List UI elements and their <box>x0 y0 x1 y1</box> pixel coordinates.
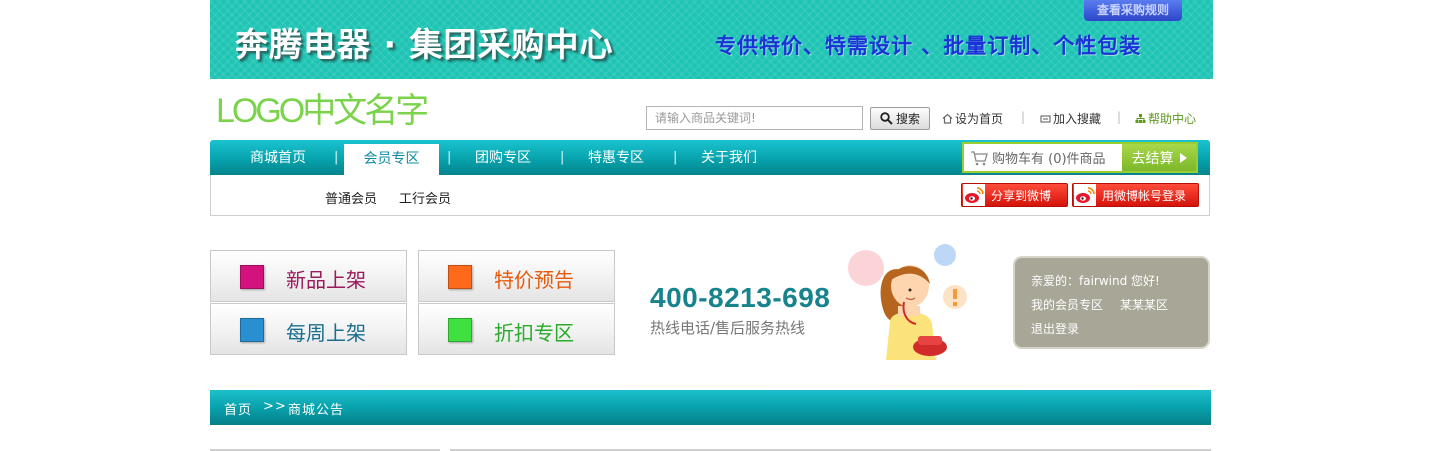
nav-item-about-us[interactable]: 关于我们 <box>701 140 757 175</box>
tile-color-square <box>448 318 472 342</box>
logout-link[interactable]: 退出登录 <box>1031 320 1079 337</box>
arrow-right-icon <box>1179 152 1187 163</box>
help-center-label: 帮助中心 <box>1148 112 1197 126</box>
top-banner: 奔腾电器 · 集团采购中心 专供特价、特需设计 、批量订制、个性包装 查看采购规… <box>210 0 1213 79</box>
checkout-label: 去结算 <box>1131 150 1174 167</box>
toplink-separator: | <box>1117 110 1122 124</box>
search-button[interactable]: 搜索 <box>870 107 930 130</box>
tile-color-square <box>240 265 264 289</box>
breadcrumb-home-link[interactable]: 首页 <box>224 399 252 418</box>
shopping-cart[interactable]: 购物车有 (0)件商品 去结算 <box>962 142 1198 173</box>
add-favorite-link[interactable]: 加入搜藏 <box>1040 110 1101 127</box>
tile-discount-zone[interactable]: 折扣专区 <box>418 303 615 355</box>
sub-nav-bar: 普通会员 工行会员 分享到微博 用微博帐号登录 <box>210 175 1210 216</box>
purchase-rules-button[interactable]: 查看采购规则 <box>1084 0 1182 21</box>
breadcrumb: 首页 >> 商城公告 <box>210 390 1211 425</box>
sitemap-icon <box>1135 114 1146 123</box>
tile-label: 特价预告 <box>494 268 574 292</box>
cart-icon <box>971 150 988 165</box>
nav-separator: | <box>560 150 565 165</box>
member-info-box: 亲爱的：fairwind 您好! 我的会员专区 某某某区 退出登录 <box>1013 256 1210 349</box>
nav-item-group-buy[interactable]: 团购专区 <box>475 140 531 175</box>
hotline-caption: 热线电话/售后服务热线 <box>650 319 806 337</box>
tile-color-square <box>240 318 264 342</box>
search-button-label: 搜索 <box>895 112 920 126</box>
share-to-weibo-label: 分享到微博 <box>991 188 1052 203</box>
checkout-button[interactable]: 去结算 <box>1122 144 1196 171</box>
weibo-login-button[interactable]: 用微博帐号登录 <box>1072 183 1199 207</box>
weibo-icon <box>1074 184 1096 206</box>
site-logo[interactable]: LOGO中文名字 <box>216 93 429 129</box>
nav-item-member-zone[interactable]: 会员专区 <box>344 144 439 175</box>
nav-separator: | <box>334 150 339 165</box>
share-to-weibo-button[interactable]: 分享到微博 <box>961 183 1068 207</box>
banner-subtitle: 专供特价、特需设计 、批量订制、个性包装 <box>715 34 1142 58</box>
hotline-number: 400-8213-698 <box>650 282 831 313</box>
banner-title: 奔腾电器 · 集团采购中心 <box>235 25 614 64</box>
nav-item-special-offers[interactable]: 特惠专区 <box>588 140 644 175</box>
add-favorite-label: 加入搜藏 <box>1053 112 1102 126</box>
breadcrumb-current: 商城公告 <box>288 403 345 418</box>
customer-service-illustration <box>848 244 967 360</box>
subnav-regular-member[interactable]: 普通会员 <box>325 188 377 207</box>
search-input[interactable] <box>646 106 863 130</box>
help-center-link[interactable]: 帮助中心 <box>1135 110 1196 127</box>
tile-label: 每周上架 <box>286 321 366 345</box>
nav-separator: | <box>673 150 678 165</box>
tile-label: 新品上架 <box>286 268 366 292</box>
search-icon <box>880 112 893 125</box>
my-member-zone-link[interactable]: 我的会员专区 <box>1031 296 1103 313</box>
cart-summary: 购物车有 (0)件商品 <box>992 152 1106 167</box>
tile-weekly-arrivals[interactable]: 每周上架 <box>210 303 407 355</box>
tile-new-arrivals[interactable]: 新品上架 <box>210 250 407 302</box>
member-greeting: 亲爱的：fairwind 您好! <box>1031 274 1160 288</box>
weibo-login-label: 用微博帐号登录 <box>1102 188 1187 203</box>
weibo-icon <box>963 184 985 206</box>
tile-price-preview[interactable]: 特价预告 <box>418 250 615 302</box>
set-homepage-link[interactable]: 设为首页 <box>942 110 1003 127</box>
nav-separator: | <box>447 150 452 165</box>
toplink-separator: | <box>1021 110 1026 124</box>
nav-item-home[interactable]: 商城首页 <box>250 140 306 175</box>
breadcrumb-separator: >> <box>263 399 287 414</box>
tile-label: 折扣专区 <box>494 321 574 345</box>
set-homepage-label: 设为首页 <box>955 112 1004 126</box>
favorite-icon <box>1040 115 1051 123</box>
member-zone-name-link[interactable]: 某某某区 <box>1120 296 1168 313</box>
subnav-icbc-member[interactable]: 工行会员 <box>399 188 451 207</box>
home-icon <box>942 113 953 124</box>
tile-color-square <box>448 265 472 289</box>
